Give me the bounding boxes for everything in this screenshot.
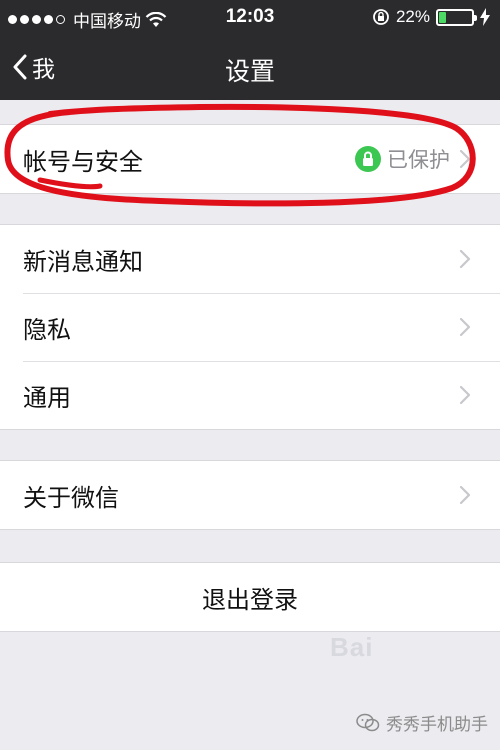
logout-button[interactable]: 退出登录 xyxy=(0,563,500,631)
page-title: 设置 xyxy=(224,57,275,86)
account-security-label: 帐号与安全 xyxy=(23,147,143,176)
logout-group: 退出登录 xyxy=(0,562,500,632)
charging-icon xyxy=(480,8,490,26)
chevron-right-icon xyxy=(459,385,471,405)
account-security-row[interactable]: 帐号与安全 已保护 xyxy=(0,125,500,193)
account-group: 帐号与安全 已保护 xyxy=(0,124,500,194)
chevron-right-icon xyxy=(459,149,471,169)
battery-icon xyxy=(436,8,477,26)
status-right: 22% xyxy=(372,7,490,27)
privacy-label: 隐私 xyxy=(23,315,71,344)
new-message-notification-label: 新消息通知 xyxy=(23,247,143,276)
about-wechat-label: 关于微信 xyxy=(23,483,119,512)
protection-status: 已保护 xyxy=(355,125,450,193)
chevron-right-icon xyxy=(459,317,471,337)
watermark-text: 秀秀手机助手 xyxy=(386,715,488,734)
general-row[interactable]: 通用 xyxy=(0,361,500,429)
about-wechat-row[interactable]: 关于微信 xyxy=(0,461,500,529)
protection-status-label: 已保护 xyxy=(387,148,450,172)
about-group: 关于微信 xyxy=(0,460,500,530)
battery-percent: 22% xyxy=(395,7,430,26)
privacy-row[interactable]: 隐私 xyxy=(0,293,500,361)
status-bar: 中国移动 12:03 22% xyxy=(0,0,500,36)
general-label: 通用 xyxy=(23,383,71,412)
wechat-logo-icon xyxy=(356,713,380,731)
rotation-lock-icon xyxy=(373,9,389,25)
nav-bar: 我 设置 xyxy=(0,36,500,100)
baidu-watermark: Bai xyxy=(330,632,374,662)
settings-group: 新消息通知 隐私 通用 xyxy=(0,224,500,430)
logout-label: 退出登录 xyxy=(202,585,298,614)
chevron-right-icon xyxy=(459,249,471,269)
chevron-right-icon xyxy=(459,485,471,505)
lock-icon xyxy=(355,146,381,172)
new-message-notification-row[interactable]: 新消息通知 xyxy=(0,225,500,293)
source-watermark: 秀秀手机助手 xyxy=(356,710,488,735)
